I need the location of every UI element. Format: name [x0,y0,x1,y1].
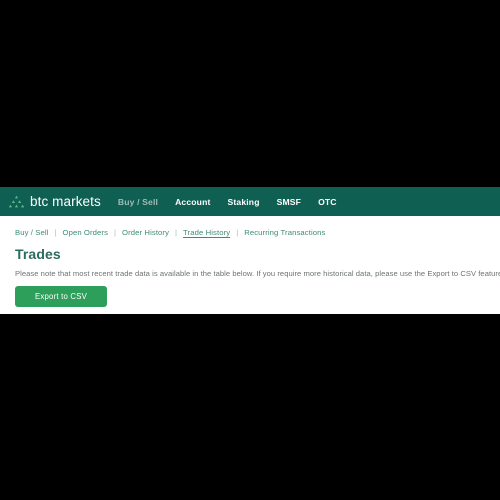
nav-item-smsf[interactable]: SMSF [277,197,301,207]
main-content: Trades Please note that most recent trad… [0,246,500,308]
subnav-item-buy-sell[interactable]: Buy / Sell [15,228,54,237]
page-title: Trades [15,246,61,262]
nav-item-otc[interactable]: OTC [318,197,337,207]
brand-name: btc markets [30,194,101,209]
nav-item-buy-sell[interactable]: Buy / Sell [118,197,158,207]
export-to-csv-button[interactable]: Export to CSV [15,286,108,308]
subnav-item-trade-history[interactable]: Trade History [177,228,236,237]
page-note: Please note that most recent trade data … [15,269,500,278]
nav-item-staking[interactable]: Staking [228,197,260,207]
subnav-item-open-orders[interactable]: Open Orders [56,228,114,237]
nav-item-account[interactable]: Account [175,197,210,207]
top-nav-links: Buy / Sell Account Staking SMSF OTC [118,197,337,207]
subnav-item-recurring-transactions[interactable]: Recurring Transactions [238,228,331,237]
subnav-item-order-history[interactable]: Order History [116,228,175,237]
triangle-dots-icon [9,195,24,208]
brand-logo[interactable]: btc markets [9,194,101,209]
top-navigation-bar: btc markets Buy / Sell Account Staking S… [0,187,500,216]
sub-navigation: Buy / Sell | Open Orders | Order History… [0,216,500,237]
screenshot-root: btc markets Buy / Sell Account Staking S… [0,0,500,500]
page-content-strip: btc markets Buy / Sell Account Staking S… [0,187,500,314]
